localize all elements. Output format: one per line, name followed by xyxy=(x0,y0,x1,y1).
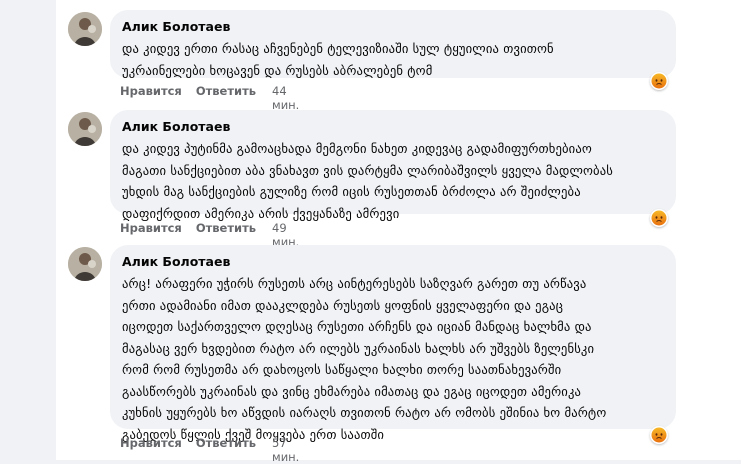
comment-bubble: Алик Болотаев არც! არაფერი უჭირს რუსეთს … xyxy=(110,245,676,442)
like-button[interactable]: Нравится xyxy=(120,84,182,112)
comment-text: არც! არაფერი უჭირს რუსეთს არც აინტერესებ… xyxy=(122,276,607,442)
comment-timestamp[interactable]: 44 мин. xyxy=(272,84,299,112)
avatar[interactable] xyxy=(68,112,102,146)
avatar-image-icon xyxy=(68,247,102,281)
sad-face-icon xyxy=(651,210,667,226)
reaction-badge[interactable] xyxy=(650,209,668,227)
sad-face-icon xyxy=(651,427,667,443)
comment-author[interactable]: Алик Болотаев xyxy=(122,253,664,270)
comment-text: და კიდევ ერთი რასაც აჩვენებენ ტელევიზიაშ… xyxy=(122,41,554,78)
avatar-image-icon xyxy=(68,112,102,146)
avatar-image-icon xyxy=(68,12,102,46)
comment-bubble: Алик Болотаев და კიდევ პუტინმა გამოაცხად… xyxy=(110,110,676,221)
avatar[interactable] xyxy=(68,12,102,46)
comment-actions: Нравится Ответить 44 мин. xyxy=(120,84,299,112)
reaction-badge[interactable] xyxy=(650,426,668,444)
comment-author[interactable]: Алик Болотаев xyxy=(122,118,664,135)
comment-author[interactable]: Алик Болотаев xyxy=(122,18,664,35)
comment-bubble: Алик Болотаев და კიდევ ერთი რასაც აჩვენე… xyxy=(110,10,676,78)
avatar[interactable] xyxy=(68,247,102,281)
sad-face-icon xyxy=(651,73,667,89)
comment-text: და კიდევ პუტინმა გამოაცხადა მემგონი ნახე… xyxy=(122,141,614,221)
reply-button[interactable]: Ответить xyxy=(196,84,256,112)
reaction-badge[interactable] xyxy=(650,72,668,90)
